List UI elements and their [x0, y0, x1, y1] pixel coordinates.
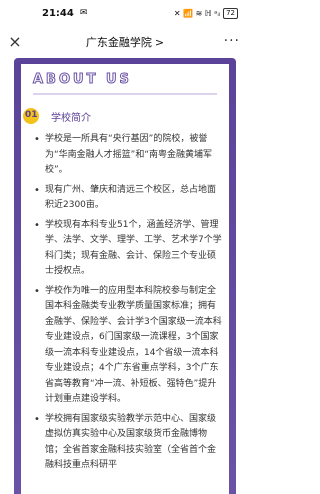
content-panel: ABOUT US 01 学校简介 学校是一所具有“央行基因”的院校，被誉为“华南… — [14, 58, 236, 494]
status-right: ✕ 📶 ≋ ℍ ᵃᵢₗ 72 — [173, 7, 238, 19]
nav-bar: × 广东金融学院 > ··· — [0, 28, 250, 56]
close-icon[interactable]: × — [6, 33, 24, 51]
intro-list: 学校是一所具有“央行基因”的院校，被誉为“华南金融人才摇篮”和“南粤金融黄埔军校… — [33, 132, 223, 478]
notification-icon: ✉ — [79, 8, 88, 18]
more-icon[interactable]: ··· — [224, 34, 240, 48]
section-header: 01 学校简介 — [21, 108, 91, 124]
battery-icon: 72 — [223, 7, 238, 19]
section-number: 01 — [25, 110, 38, 120]
list-item: 现有广州、肇庆和清远三个校区，总占地面积近2300亩。 — [33, 183, 223, 214]
section-title: 学校简介 — [51, 112, 91, 124]
list-item: 学校作为唯一的应用型本科院校参与制定全国本科金融类专业教学质量国家标准；拥有金融… — [33, 284, 223, 408]
list-item: 学校现有本科专业51个，涵盖经济学、管理学、法学、文学、理学、工学、艺术学7个学… — [33, 218, 223, 280]
list-item: 学校是一所具有“央行基因”的院校，被誉为“华南金融人才摇篮”和“南粤金融黄埔军校… — [33, 132, 223, 179]
status-left: 21:44 ✉ — [42, 8, 87, 19]
page-title-text: 广东金融学院 — [85, 36, 152, 49]
chevron-right-icon: > — [154, 35, 165, 49]
divider — [33, 93, 217, 95]
content-card: ABOUT US 01 学校简介 学校是一所具有“央行基因”的院校，被誉为“华南… — [21, 64, 229, 494]
page-title[interactable]: 广东金融学院 > — [86, 34, 164, 50]
list-item: 学校拥有国家级实验教学示范中心、国家级虚拟仿真实验中心及国家级货币金融博物馆；全… — [33, 412, 223, 474]
status-bar: 21:44 ✉ ✕ 📶 ≋ ℍ ᵃᵢₗ 72 — [0, 0, 250, 26]
about-title: ABOUT US — [33, 72, 132, 88]
signal-icons: ✕ 📶 ≋ ℍ ᵃᵢₗ — [173, 8, 221, 18]
status-time: 21:44 — [42, 7, 74, 19]
